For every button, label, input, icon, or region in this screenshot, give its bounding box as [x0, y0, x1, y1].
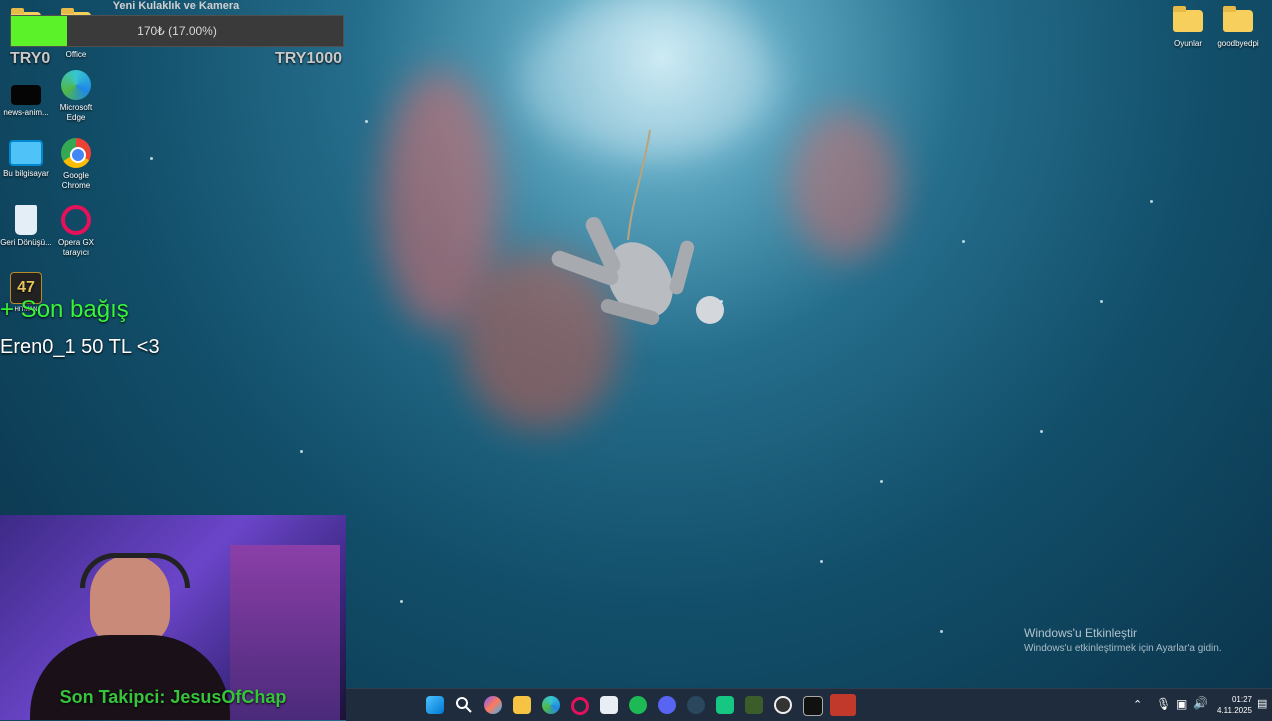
follower-text: Son Takipci: JesusOfChap: [59, 687, 287, 707]
folder-icon: [1223, 6, 1253, 32]
activation-subtitle: Windows'u etkinleştirmek için Ayarlar'a …: [1024, 643, 1222, 654]
donation-progress-bar: 170₺ (17.00%): [10, 15, 344, 47]
store-icon[interactable]: [600, 696, 618, 714]
video-file-icon: [11, 85, 41, 105]
donation-goal-title: Yeni Kulaklık ve Kamera: [112, 0, 240, 12]
discord-icon[interactable]: [658, 696, 676, 714]
opera-gx-icon: [61, 205, 91, 235]
desktop-icon-chrome[interactable]: Google Chrome: [50, 138, 102, 191]
last-donation-heading: + Son bağış: [0, 296, 129, 323]
desktop-icon-label: Oyunlar: [1173, 39, 1202, 48]
desktop-icon-label: Opera GX tarayıcı: [57, 238, 94, 257]
desktop-icon-edge[interactable]: Microsoft Edge: [50, 70, 102, 123]
folder-icon: [1173, 6, 1203, 32]
desktop-icon-this-pc[interactable]: Bu bilgisayar: [0, 140, 52, 179]
headset-icon: [80, 553, 190, 588]
donation-max-label: TRY1000: [275, 50, 342, 67]
copilot-icon[interactable]: [484, 696, 502, 714]
last-donation-text: Eren0_1 50 TL <3: [0, 336, 160, 358]
desktop-icon-recycle-bin[interactable]: Geri Dönüşü...: [0, 205, 52, 248]
app-icon[interactable]: [716, 696, 734, 714]
chevron-up-icon[interactable]: ⌃: [1133, 698, 1142, 711]
desktop-icon-goodbyedpi[interactable]: goodbyedpi: [1212, 6, 1264, 49]
desktop-icon-label: Google Chrome: [61, 171, 91, 190]
clock-time: 01:27: [1231, 695, 1252, 704]
notification-icon[interactable]: ▤: [1257, 697, 1267, 710]
astronaut-illustration: [551, 129, 724, 325]
start-icon[interactable]: [426, 696, 444, 714]
desktop-icon-news-anim[interactable]: news-anim...: [0, 80, 52, 118]
desktop-icon-label: Office: [65, 50, 87, 59]
epic-games-icon[interactable]: [803, 696, 823, 716]
volume-icon[interactable]: 🔊: [1193, 696, 1208, 710]
donation-progress-text: 170₺ (17.00%): [137, 24, 217, 38]
webcam-overlay: Son Takipci: JesusOfChap: [0, 515, 346, 720]
steam-icon[interactable]: [687, 696, 705, 714]
recycle-bin-icon: [15, 205, 37, 235]
edge-taskbar-icon[interactable]: [542, 696, 560, 714]
desktop-icon-label: Bu bilgisayar: [3, 169, 49, 178]
activation-title: Windows'u Etkinleştir: [1024, 626, 1137, 640]
desktop-icon-label: Microsoft Edge: [59, 103, 93, 122]
minecraft-icon[interactable]: [745, 696, 763, 714]
desktop-icon-oyunlar[interactable]: Oyunlar: [1162, 6, 1214, 49]
desktop-icon-label: news-anim...: [3, 108, 49, 117]
desktop-icon-opera-gx[interactable]: Opera GX tarayıcı: [50, 205, 102, 258]
desktop-icon-label: Geri Dönüşü...: [0, 238, 52, 247]
spotify-icon[interactable]: [629, 696, 647, 714]
edge-icon: [61, 70, 91, 100]
computer-icon: [9, 140, 43, 166]
network-icon[interactable]: ▣: [1176, 697, 1187, 711]
search-icon[interactable]: [455, 696, 473, 714]
clock-date: 4.11.2025: [1217, 706, 1252, 715]
file-explorer-icon[interactable]: [513, 696, 531, 714]
desktop-icon-label: goodbyedpi: [1217, 39, 1259, 48]
obs-icon[interactable]: [774, 696, 792, 714]
donation-min-label: TRY0: [10, 50, 51, 67]
clock[interactable]: 01:27 4.11.2025: [1208, 694, 1252, 716]
microphone-icon[interactable]: 🎙: [1156, 697, 1171, 711]
opera-gx-taskbar-icon[interactable]: [571, 697, 589, 715]
taskbar: ⌃ 🎙 ▣ 🔊 01:27 4.11.2025 ▤: [346, 688, 1272, 721]
chrome-icon: [61, 138, 91, 168]
nebula-right: [790, 110, 900, 260]
active-app-icon[interactable]: [830, 694, 856, 716]
